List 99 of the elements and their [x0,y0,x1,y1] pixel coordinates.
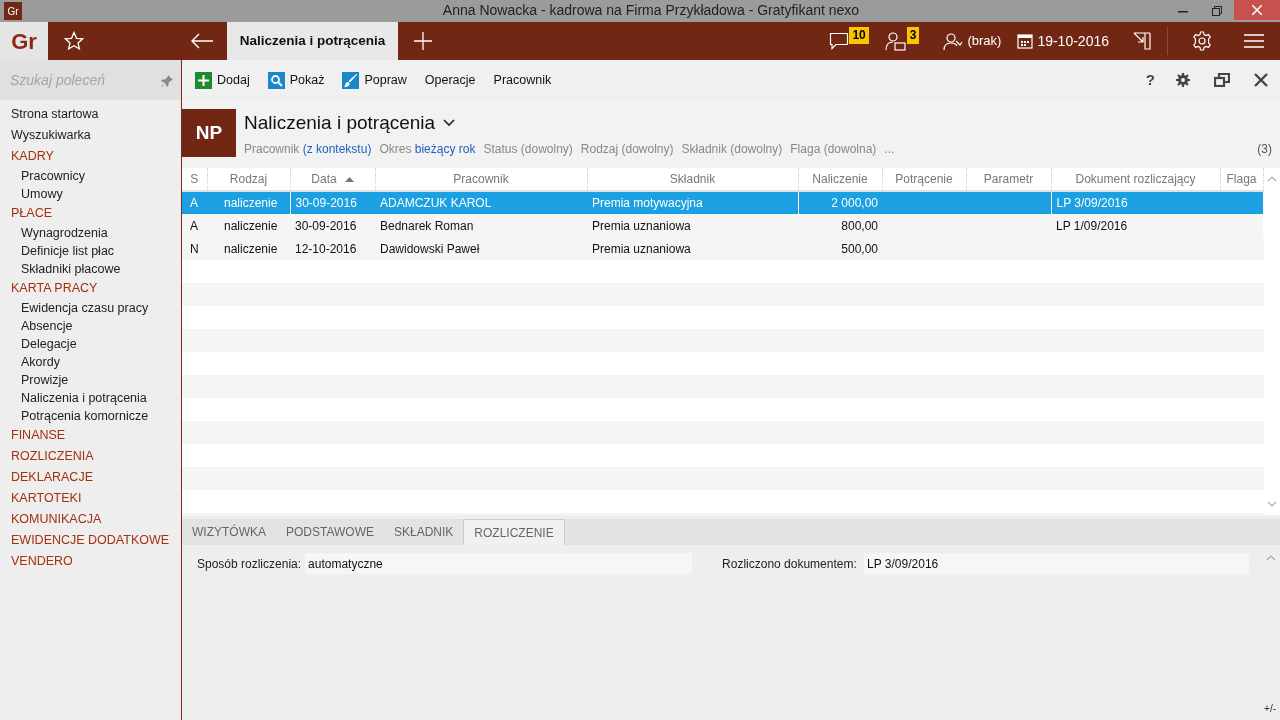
window-title: Anna Nowacka - kadrowa na Firma Przykładowa - Gratyfikant nexo [442,1,860,20]
active-tab[interactable]: Naliczenia i potrącenia [227,22,398,60]
sidebar-item[interactable]: Absencje [0,317,181,335]
toolbar-button[interactable]: Dodaj [190,70,255,90]
close-icon [1252,5,1262,15]
toolbar-button[interactable]: Popraw [337,70,412,90]
search-field[interactable]: Szukaj poleceń [0,60,181,100]
sidebar-item[interactable]: Akordy [0,353,181,371]
sidebar-item[interactable]: Pracownicy [0,167,181,185]
table-cell: LP 1/09/2016 [1051,214,1220,237]
help-button[interactable]: ? [1140,68,1160,92]
table-cell: 30-09-2016 [290,214,375,237]
close-icon[interactable] [1254,73,1268,87]
chat-icon[interactable] [829,31,850,51]
filter-link[interactable]: Rodzaj (dowolny) [580,139,674,158]
restore-icon[interactable] [1214,73,1230,87]
section-header[interactable]: KOMUNIKACJA [0,509,181,530]
star-icon[interactable] [64,31,84,51]
sidebar-item[interactable]: Delegacje [0,335,181,353]
table-cell: 500,00 [798,237,882,260]
exit-icon[interactable] [1133,32,1151,50]
sidebar-item[interactable]: Wyszukiwarka [0,125,181,146]
table-cell: 12-10-2016 [290,237,375,260]
sidebar-item[interactable]: Składniki płacowe [0,260,181,278]
table-cell: 30-09-2016 [290,191,375,214]
app-icon: Gr [4,2,22,20]
sidebar-item[interactable]: Umowy [0,185,181,203]
section-header[interactable]: PŁACE [0,203,181,224]
table-cell: Dawidowski Paweł [375,237,587,260]
toolbar-button[interactable]: Pracownik [488,70,557,90]
filter-link[interactable]: Składnik (dowolny) [681,139,783,158]
section-header[interactable]: KARTOTEKI [0,488,181,509]
section-header[interactable]: DEKLARACJE [0,467,181,488]
table-cell: Premia uznaniowa [587,214,798,237]
brush-icon [342,71,360,89]
toolbar-button[interactable]: Operacje [419,70,481,90]
detail-tab[interactable]: PODSTAWOWE [276,519,384,545]
user-card-icon[interactable] [884,31,907,51]
table-cell: naliczenie [207,191,290,214]
section-header[interactable]: KARTA PRACY [0,278,181,299]
table-cell: Premia motywacyjna [587,191,798,214]
table-cell: Bednarek Roman [375,214,587,237]
sidebar-item[interactable]: Strona startowa [0,104,181,125]
section-header[interactable]: VENDERO [0,551,181,572]
section-header[interactable]: FINANSE [0,425,181,446]
plus-icon[interactable] [414,32,432,50]
field-value: automatyczne [305,553,693,574]
filter-link[interactable]: Flaga (dowolna) [790,139,877,158]
add-icon [195,71,212,89]
settings-icon[interactable] [1176,73,1190,87]
toolbar-button[interactable]: Pokaż [262,70,330,90]
sidebar-item[interactable]: Wynagrodzenia [0,224,181,242]
detail-tab[interactable]: SKŁADNIK [384,519,464,545]
table-cell: ADAMCZUK KAROL [375,191,587,214]
field-label: Sposób rozliczenia: [197,555,303,573]
user-icon[interactable] [943,31,964,51]
close-button[interactable] [1234,0,1280,20]
section-header[interactable]: ROZLICZENIA [0,446,181,467]
app-logo[interactable]: Gr [0,22,48,60]
pin-icon[interactable] [161,74,173,87]
table-cell: A [182,214,207,237]
detail-tab[interactable]: WIZYTÓWKA [182,519,276,545]
filter-link[interactable]: Okres bieżący rok [379,139,476,158]
field-label: Rozliczono dokumentem: [722,555,858,573]
table-cell: naliczenie [207,237,290,260]
table-cell: N [182,237,207,260]
sidebar-item[interactable]: Definicje list płac [0,242,181,260]
table-cell: 2 000,00 [798,191,882,214]
messages-count: 10 [849,27,869,44]
date-label[interactable]: 19-10-2016 [1037,30,1109,52]
section-header[interactable]: EWIDENCJE DODATKOWE [0,530,181,551]
search-input[interactable]: Szukaj poleceń [8,69,158,91]
back-arrow-icon[interactable] [190,33,214,49]
filter-link[interactable]: Pracownik (z kontekstu) [244,139,372,158]
sidebar-item[interactable]: Naliczenia i potrącenia [0,389,181,407]
menu-icon[interactable] [1244,33,1264,49]
table-cell: LP 3/09/2016 [1051,191,1220,214]
more-filters-link[interactable]: ... [884,139,895,158]
expand-toggle[interactable]: +/- [1264,701,1276,716]
restore-icon[interactable] [1212,6,1222,16]
filter-link[interactable]: Status (dowolny) [483,139,573,158]
table-cell: 800,00 [798,214,882,237]
search-icon [267,71,285,89]
sidebar-item[interactable]: Prowizje [0,371,181,389]
table-cell: A [182,191,207,214]
user-label[interactable]: (brak) [967,31,1002,51]
detail-tab[interactable]: ROZLICZENIE [463,519,565,545]
record-count: (3) [1257,140,1272,158]
module-badge: NP [182,109,236,157]
table-cell: naliczenie [207,214,290,237]
sidebar-item[interactable]: Ewidencja czasu pracy [0,299,181,317]
page-title: Naliczenia i potrącenia [244,111,436,135]
field-value: LP 3/09/2016 [864,553,1250,574]
chevron-down-icon[interactable] [443,119,456,128]
section-header[interactable]: KADRY [0,146,181,167]
calendar-icon [1017,33,1034,49]
table-cell: Premia uznaniowa [587,237,798,260]
tasks-count: 3 [906,27,920,44]
sidebar-item[interactable]: Potrącenia komornicze [0,407,181,425]
